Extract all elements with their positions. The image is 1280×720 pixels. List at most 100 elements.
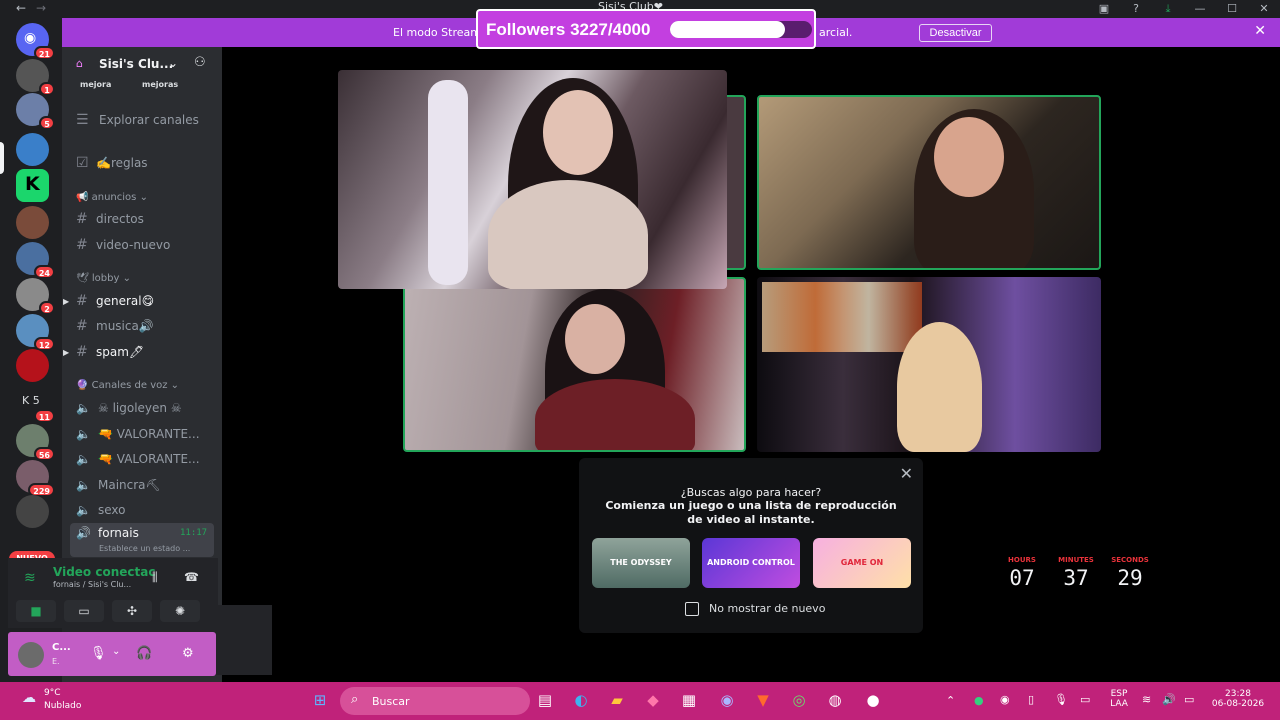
activities-button[interactable]: ✣ [112, 600, 152, 622]
server-icon[interactable]: 12 [16, 314, 55, 351]
server-icon[interactable]: 229 [16, 460, 55, 497]
activity-android-control[interactable]: ANDROID CONTROL [702, 538, 800, 588]
start-windows-icon[interactable]: ⊞ [309, 691, 331, 711]
list-icon: ☰ [76, 112, 89, 128]
camera-button[interactable]: ■ [16, 600, 56, 622]
language-top: ESP [1110, 689, 1128, 699]
clock[interactable]: 23:28 06-08-2026 [1210, 689, 1266, 709]
video-tile-featured[interactable] [338, 70, 727, 289]
notification-tray-icon[interactable]: ▭ [1080, 693, 1090, 706]
channel-directos[interactable]: # directos [76, 209, 220, 229]
kick-server-icon[interactable]: K [16, 169, 49, 202]
chrome-icon[interactable]: ◎ [788, 691, 810, 711]
chevron-down-icon[interactable]: ⌄ [112, 646, 120, 657]
close-banner-icon[interactable]: ✕ [1254, 23, 1266, 39]
language-indicator[interactable]: ESP LAA [1108, 689, 1130, 709]
task-view-icon[interactable]: ▤ [534, 691, 556, 711]
voice-channel[interactable]: 🔈 🔫 VALORANTE... [76, 449, 220, 469]
edge-browser-icon[interactable]: ◐ [570, 691, 592, 711]
channel-general[interactable]: # general😋 [76, 291, 220, 311]
server-icon[interactable]: 24 [16, 242, 55, 279]
activity-game-on[interactable]: GAME ON [813, 538, 911, 588]
channel-label: 🔫 VALORANTE... [98, 427, 200, 441]
channel-musica[interactable]: # musica🔊 [76, 316, 220, 336]
server-header[interactable]: ⌂ Sisi's Clu... ⌄ ⚇ [62, 47, 222, 82]
video-tile-participant[interactable] [757, 277, 1101, 452]
minimize-icon[interactable]: — [1184, 0, 1216, 18]
brave-icon[interactable]: ▼ [752, 691, 774, 711]
screen-share-button[interactable]: ▭ [64, 600, 104, 622]
explore-channels[interactable]: ☰ Explorar canales [76, 110, 220, 130]
channel-spam[interactable]: # spam🖊 [76, 342, 220, 362]
status-dot-icon[interactable]: ● [974, 694, 984, 707]
download-icon[interactable]: ⤓ [1152, 0, 1184, 18]
server-icon[interactable]: 1 [16, 59, 55, 96]
server-name: Sisi's Clu... [99, 57, 174, 71]
disconnect-icon[interactable]: ☎ [184, 570, 199, 584]
hash-icon: # [76, 211, 88, 227]
deactivate-button[interactable]: Desactivar [919, 24, 992, 42]
chevron-up-icon[interactable]: ⌃ [946, 694, 955, 707]
category-voice[interactable]: 🔮 Canales de voz ⌄ [76, 380, 179, 391]
voice-channel[interactable]: 🔈 sexo [76, 500, 220, 520]
gear-icon[interactable]: ⚙ [182, 646, 194, 661]
noise-suppression-icon[interactable]: ⫼ [152, 570, 158, 585]
voice-channel-active[interactable]: 🔊 fornais 11:17 Establece un estado ... [70, 523, 214, 557]
discord-taskbar-icon[interactable]: ◉ [716, 691, 738, 711]
taskbar-search[interactable]: ⌕ Buscar [340, 687, 530, 715]
username[interactable]: C... [52, 642, 71, 653]
participant-face [543, 90, 613, 175]
video-tile-participant[interactable] [757, 95, 1101, 270]
store-icon[interactable]: ▦ [678, 691, 700, 711]
close-window-icon[interactable]: ✕ [1248, 0, 1280, 18]
copilot-icon[interactable]: ◆ [642, 691, 664, 711]
voice-timer: 11:17 [180, 528, 208, 538]
battery-status-icon[interactable]: ▭ [1184, 693, 1194, 706]
invite-people-icon[interactable]: ⚇ [194, 55, 206, 70]
server-icon[interactable] [16, 495, 49, 528]
voice-location[interactable]: fornais / Sisi's Clu... [53, 580, 131, 589]
wifi-icon[interactable]: ≋ [1142, 693, 1151, 706]
server-icon[interactable] [16, 206, 49, 239]
tray-app-icon[interactable]: ◉ [1000, 693, 1010, 706]
server-icon[interactable]: 5 [16, 93, 55, 130]
obs-icon[interactable]: ● [862, 691, 884, 711]
activity-odyssey[interactable]: THE ODYSSEY [592, 538, 690, 588]
voice-status-label[interactable]: Video conectac [53, 565, 155, 579]
soundboard-button[interactable]: ✺ [160, 600, 200, 622]
category-lobby[interactable]: 🕊 lobby ⌄ [76, 273, 131, 284]
home-server-icon[interactable]: ◉ 21 [16, 23, 55, 60]
avatar[interactable] [18, 642, 44, 668]
server-icon[interactable] [16, 349, 49, 382]
checkbox-icon: ☑ [76, 155, 89, 171]
server-icon[interactable]: 2 [16, 278, 55, 315]
help-icon[interactable]: ? [1120, 0, 1152, 18]
voice-channel[interactable]: 🔈 Maincra⛏ [76, 475, 220, 495]
dont-show-again-label[interactable]: No mostrar de nuevo [709, 602, 825, 615]
speaker-icon: 🔈 [76, 503, 91, 517]
inbox-icon[interactable]: ▣ [1088, 0, 1120, 18]
app-icon[interactable]: ◍ [824, 691, 846, 711]
voice-channel[interactable]: 🔈 🔫 VALORANTE... [76, 424, 220, 444]
channel-video-nuevo[interactable]: # video-nuevo [76, 235, 220, 255]
forward-arrow-icon[interactable]: → [36, 1, 46, 15]
category-announcements[interactable]: 📢 anuncios ⌄ [76, 192, 148, 203]
dont-show-again-checkbox[interactable] [685, 602, 699, 616]
microphone-icon[interactable]: 🎙 [90, 646, 107, 661]
server-icon[interactable]: 56 [16, 424, 55, 461]
server-icon[interactable]: K 5 11 [16, 386, 55, 423]
volume-icon[interactable]: 🔊 [1162, 693, 1176, 706]
voice-channel[interactable]: 🔈 ☠ ligoleyen ☠ [76, 398, 220, 418]
microphone-tray-icon[interactable]: 🎙 [1054, 693, 1068, 706]
server-icon[interactable] [16, 133, 49, 166]
channel-rules[interactable]: ☑ ✍️reglas [76, 153, 220, 173]
headphones-icon[interactable]: 🎧 [136, 646, 152, 661]
channel-label: Maincra⛏ [98, 478, 161, 492]
back-arrow-icon[interactable]: ← [16, 1, 26, 15]
battery-icon[interactable]: ▯ [1028, 693, 1034, 706]
file-explorer-icon[interactable]: ▰ [606, 691, 628, 711]
video-tile-participant[interactable] [403, 277, 746, 452]
maximize-icon[interactable]: ☐ [1216, 0, 1248, 18]
close-popup-icon[interactable]: ✕ [900, 464, 913, 483]
channel-label: video-nuevo [96, 238, 171, 252]
